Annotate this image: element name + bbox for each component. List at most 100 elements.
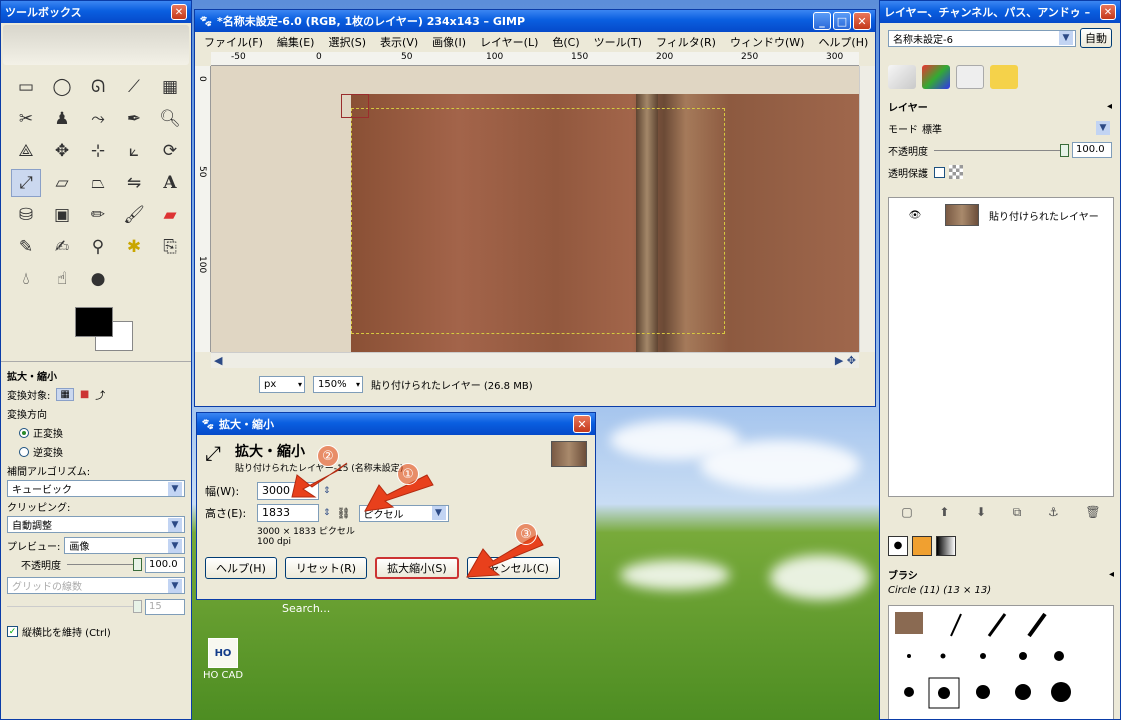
height-input[interactable]: 1833 [257, 504, 319, 522]
lower-layer-icon[interactable]: ⬇ [976, 505, 986, 519]
help-button[interactable]: ヘルプ(H) [205, 557, 277, 579]
raise-layer-icon[interactable]: ⬆ [939, 505, 949, 519]
lasso-icon[interactable]: ᘏ [83, 73, 113, 101]
path-mode-icon[interactable]: ⤴ [95, 387, 105, 402]
blur-icon[interactable]: 💧︎ [11, 265, 41, 293]
interp-dropdown[interactable]: キュービック ▼ [7, 480, 185, 497]
align-icon[interactable]: ⊹ [83, 137, 113, 165]
menu-item[interactable]: 色(C) [545, 34, 586, 50]
ink-icon[interactable]: ✍ [47, 233, 77, 261]
paintbrush-icon[interactable]: 🖌︎ [119, 201, 149, 229]
menu-item[interactable]: ウィンドウ(W) [723, 34, 811, 50]
close-icon[interactable]: ✕ [1100, 4, 1116, 20]
ellipse-select-icon[interactable]: ◯ [47, 73, 77, 101]
fg-bg-tab-icon[interactable]: ● [888, 536, 908, 556]
vertical-scrollbar[interactable] [859, 66, 875, 352]
preview-dropdown[interactable]: 画像 ▼ [64, 537, 185, 554]
menu-item[interactable]: ファイル(F) [197, 34, 270, 50]
foreground-color-swatch[interactable] [75, 307, 113, 337]
layer-item[interactable]: 👁︎ 貼り付けられたレイヤー [889, 198, 1113, 232]
layer-mode-icon[interactable]: ▦ [56, 388, 74, 401]
desktop-icon-hocad[interactable]: HO HO CAD [200, 638, 246, 681]
menu-item[interactable]: 選択(S) [321, 34, 373, 50]
paths-icon[interactable]: ⤳ [83, 105, 113, 133]
image-select-dropdown[interactable]: 名称未設定-6 ▼ [888, 29, 1076, 47]
canvas[interactable] [211, 66, 859, 352]
toolbox-titlebar[interactable]: ツールボックス ✕ [1, 1, 191, 23]
heal-icon[interactable]: ✱ [119, 233, 149, 261]
layers-titlebar[interactable]: レイヤー、チャンネル、パス、アンドゥ – ✕ [880, 1, 1120, 23]
close-icon[interactable]: ✕ [573, 415, 591, 433]
auto-button[interactable]: 自動 [1080, 28, 1112, 48]
foreground-select-icon[interactable]: ♟ [47, 105, 77, 133]
paths-tab-icon[interactable] [956, 65, 984, 89]
scale-tool-icon[interactable]: ⤢ [11, 169, 41, 197]
brush-grid[interactable] [888, 605, 1114, 719]
direction-normal-radio[interactable] [19, 427, 29, 438]
channels-tab-icon[interactable] [922, 65, 950, 89]
chain-link-icon[interactable]: ⛓︎ [337, 507, 351, 520]
menu-item[interactable]: フィルタ(R) [649, 34, 723, 50]
duplicate-layer-icon[interactable]: ⧉ [1013, 505, 1022, 520]
eraser-icon[interactable]: ▰ [155, 201, 185, 229]
clipping-dropdown[interactable]: 自動調整 ▼ [7, 516, 185, 533]
opacity-spin[interactable]: 100.0 [145, 556, 185, 573]
rect-select-icon[interactable]: ▭ [11, 73, 41, 101]
menu-item[interactable]: 編集(E) [270, 34, 322, 50]
cancel-button[interactable]: キャンセル(C) [466, 557, 560, 579]
maximize-icon[interactable]: □ [833, 12, 851, 30]
menu-item[interactable]: レイヤー(L) [473, 34, 545, 50]
minimize-icon[interactable]: _ [813, 12, 831, 30]
lock-alpha-checkbox[interactable] [934, 166, 945, 178]
bucket-fill-icon[interactable]: ⛁ [11, 201, 41, 229]
close-icon[interactable]: ✕ [853, 12, 871, 30]
direction-reverse-radio[interactable] [19, 446, 29, 457]
color-picker-icon[interactable]: ✒ [119, 105, 149, 133]
tab-menu-icon[interactable]: ◂ [1107, 101, 1112, 112]
menu-item[interactable]: 画像(I) [425, 34, 473, 50]
layer-opacity-spin[interactable]: 100.0 [1072, 142, 1112, 158]
scroll-right-icon[interactable]: ▶ ✥ [835, 354, 856, 367]
keep-aspect-checkbox[interactable]: ✓ [7, 626, 18, 637]
selection-mode-icon[interactable]: ■ [80, 389, 89, 400]
crop-icon[interactable]: ⟀ [119, 137, 149, 165]
gradient-icon[interactable]: ▣ [47, 201, 77, 229]
layer-opacity-slider[interactable] [934, 143, 1069, 157]
clone-icon[interactable]: ⚲ [83, 233, 113, 261]
unit-select[interactable]: ピクセル ▼ [358, 504, 449, 522]
mode-dropdown[interactable]: 標準 ▼ [918, 120, 1112, 137]
delete-layer-icon[interactable]: 🗑︎ [1085, 505, 1100, 519]
horizontal-scrollbar[interactable]: ◀ ▶ ✥ [211, 352, 859, 368]
color-select-icon[interactable]: ▦ [155, 73, 185, 101]
reset-button[interactable]: リセット(R) [284, 557, 368, 579]
palette-tab-icon[interactable] [912, 536, 932, 556]
unit-dropdown[interactable]: px ▾ [259, 375, 305, 393]
gradient-tab-icon[interactable] [936, 536, 956, 556]
menu-item[interactable]: 表示(V) [373, 34, 425, 50]
height-spin-icon[interactable]: ⇕ [323, 508, 331, 518]
pencil-icon[interactable]: ✏ [83, 201, 113, 229]
width-input[interactable]: 3000 [257, 482, 319, 500]
dodge-burn-icon[interactable]: ● [83, 265, 113, 293]
eye-icon[interactable]: 👁︎ [895, 210, 935, 221]
scale-button[interactable]: 拡大縮小(S) [375, 557, 459, 579]
tab-menu-icon[interactable]: ◂ [1109, 569, 1114, 580]
layers-tab-icon[interactable] [888, 65, 916, 89]
menu-item[interactable]: ヘルプ(H) [811, 34, 875, 50]
rotate-icon[interactable]: ⟳ [155, 137, 185, 165]
move-icon[interactable]: ✥ [47, 137, 77, 165]
opacity-slider[interactable] [67, 558, 142, 571]
text-tool-icon[interactable]: A [155, 169, 185, 197]
perspective-icon[interactable]: ⏢ [83, 169, 113, 197]
width-spin-icon[interactable]: ⇕ [323, 486, 331, 496]
zoom-icon[interactable]: 🔍︎ [155, 105, 185, 133]
close-icon[interactable]: ✕ [171, 4, 187, 20]
scroll-left-icon[interactable]: ◀ [214, 354, 222, 367]
scale-dialog-titlebar[interactable]: 🐾︎ 拡大・縮小 ✕ [197, 413, 595, 435]
image-titlebar[interactable]: 🐾︎ *名称未設定-6.0 (RGB, 1枚のレイヤー) 234x143 – G… [195, 10, 875, 32]
anchor-layer-icon[interactable]: ⚓︎ [1048, 505, 1059, 519]
scissors-icon[interactable]: ✂ [11, 105, 41, 133]
shear-icon[interactable]: ▱ [47, 169, 77, 197]
zoom-dropdown[interactable]: 150% ▾ [313, 375, 363, 393]
measure-icon[interactable]: ⟁ [11, 137, 41, 165]
